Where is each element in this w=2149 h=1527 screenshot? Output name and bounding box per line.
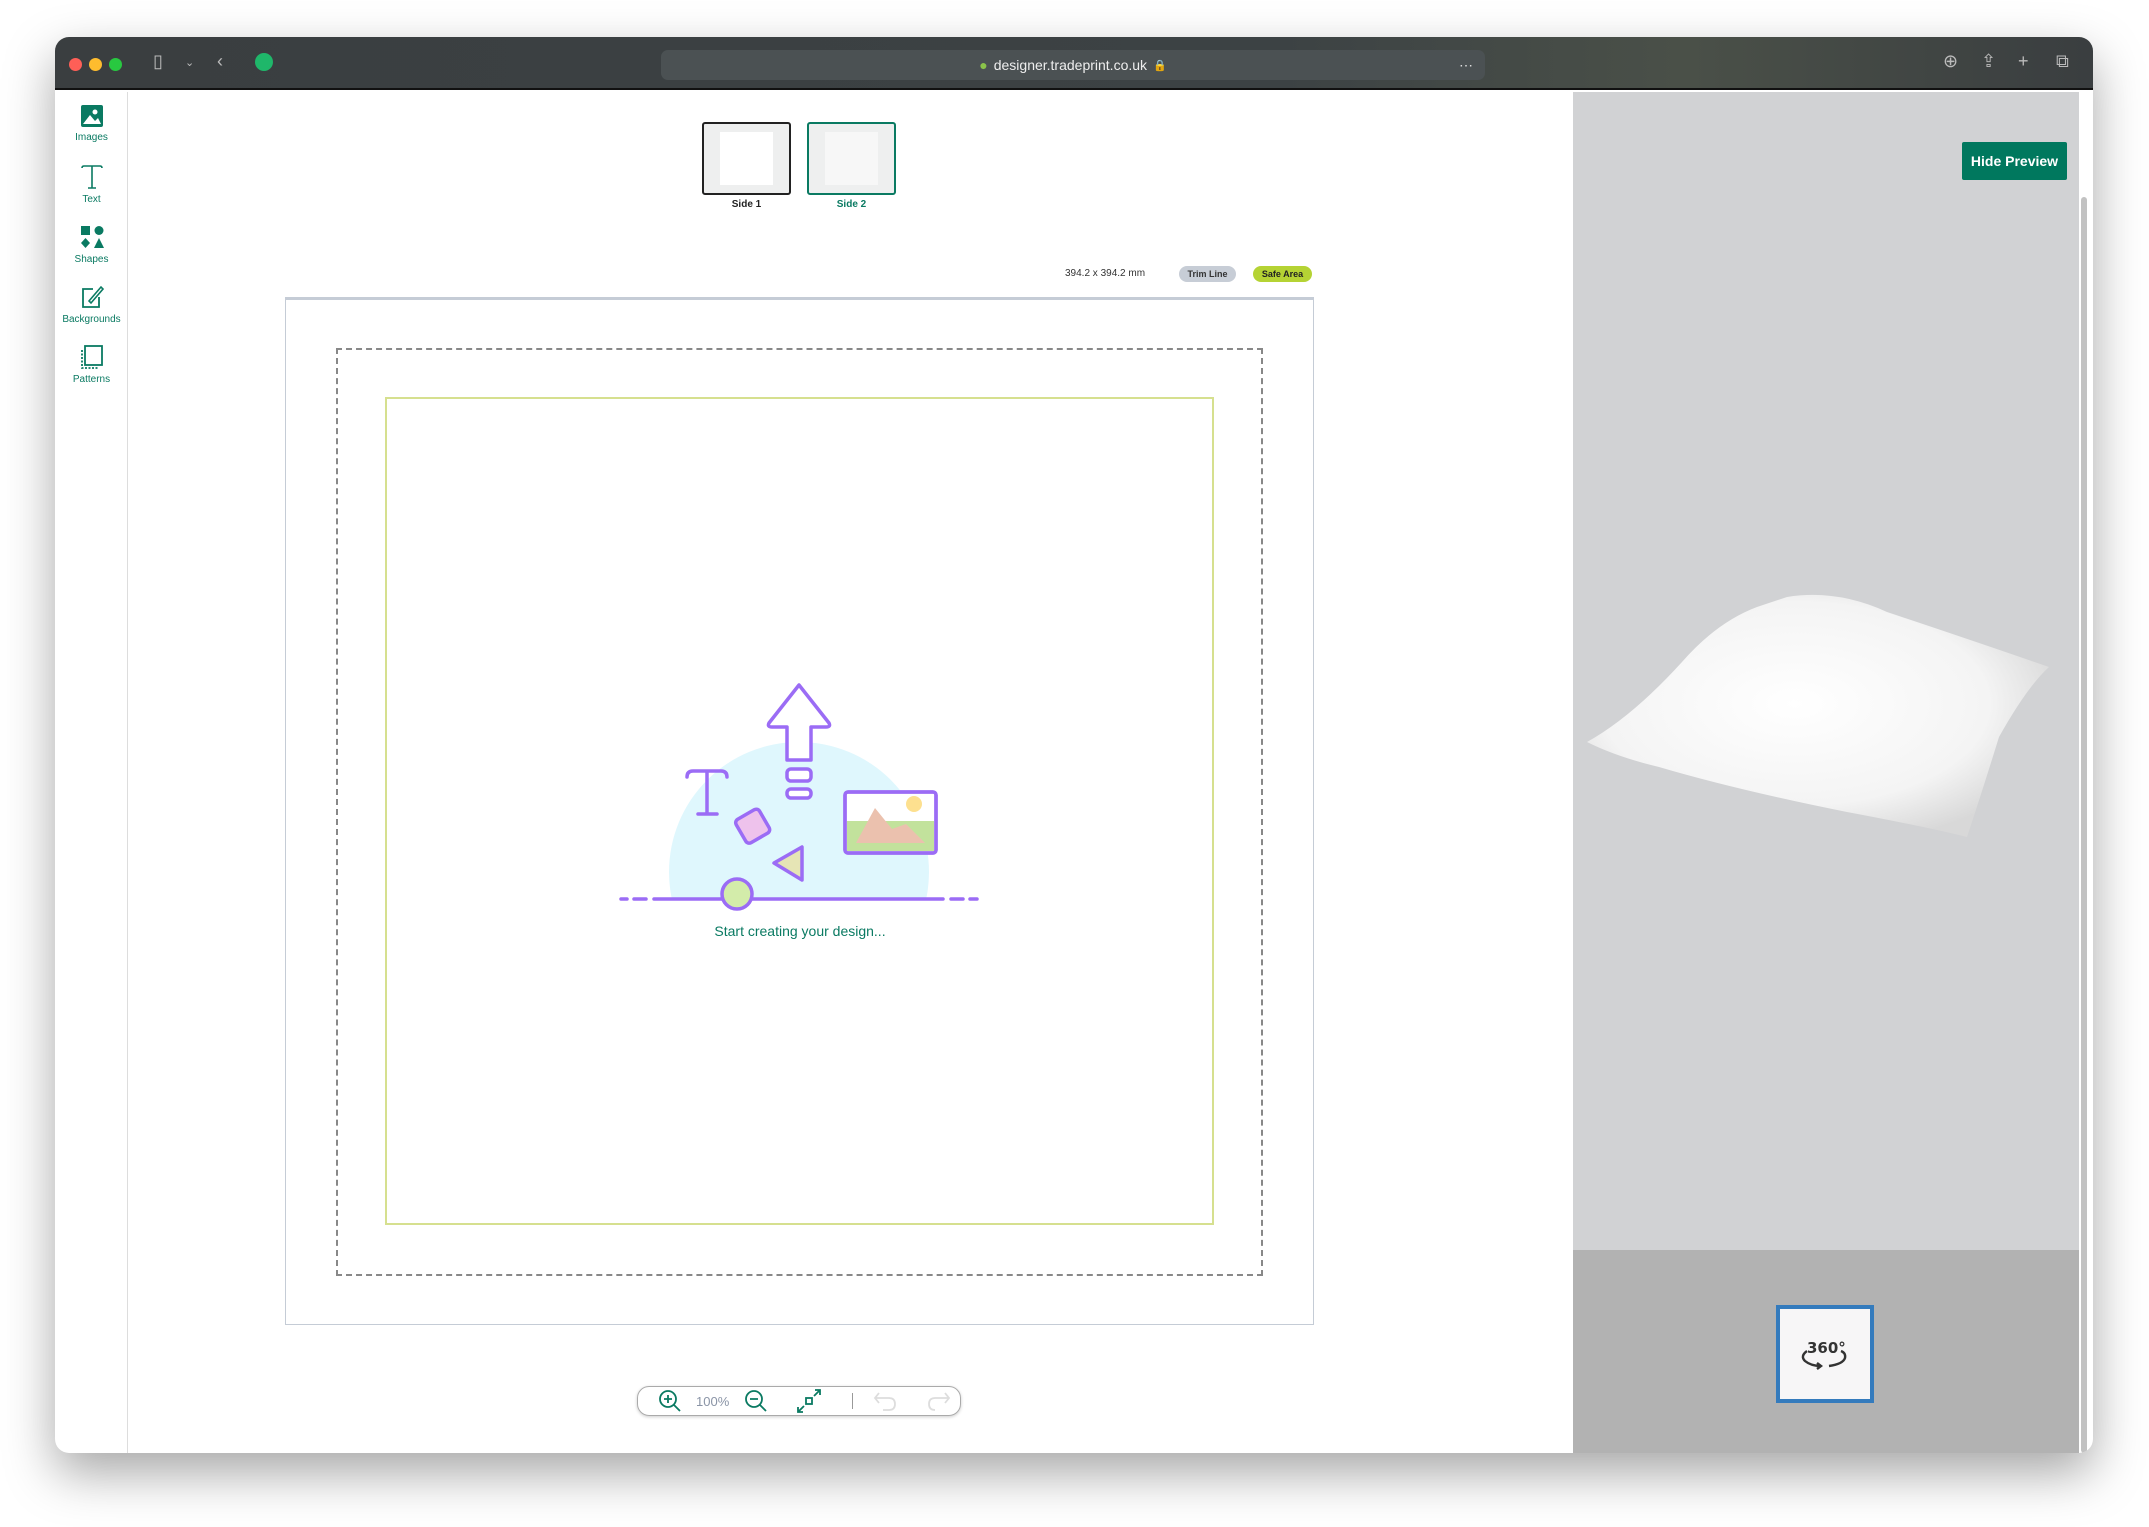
- rotate-360-icon: 360°: [1801, 1339, 1847, 1370]
- lock-icon: 🔒: [1153, 59, 1167, 72]
- fit-to-screen-icon[interactable]: [796, 1388, 822, 1414]
- side-2-label[interactable]: Side 2: [807, 199, 896, 210]
- text-icon: [80, 165, 103, 189]
- zoom-toolbar: 100%: [637, 1386, 961, 1416]
- view-360-button[interactable]: 360°: [1776, 1305, 1874, 1403]
- sidebar-item-label: Text: [82, 194, 101, 205]
- grammarly-extension-icon[interactable]: [255, 53, 273, 71]
- tools-sidebar: Images Text Shapes Backgrounds Patterns: [55, 92, 128, 1453]
- sidebar-item-patterns[interactable]: Patterns: [55, 344, 128, 385]
- pillow-3d-preview[interactable]: [1587, 592, 2057, 852]
- chevron-down-icon[interactable]: ⌄: [185, 56, 194, 69]
- sidebar-item-label: Backgrounds: [62, 314, 121, 325]
- zoom-in-icon[interactable]: [658, 1389, 682, 1413]
- minimize-window-button[interactable]: [89, 58, 102, 71]
- hide-preview-button[interactable]: Hide Preview: [1962, 142, 2067, 180]
- canvas-dimensions: 394.2 x 394.2 mm: [1065, 268, 1146, 279]
- sidebar-toggle-icon[interactable]: ▯: [153, 51, 163, 72]
- 3d-preview-panel: Hide Preview 360°: [1573, 92, 2079, 1453]
- empty-design-illustration: [619, 683, 979, 911]
- sidebar-item-label: Patterns: [72, 374, 111, 385]
- address-bar[interactable]: ● designer.tradeprint.co.uk 🔒 ⋯: [661, 50, 1485, 80]
- image-icon: [80, 105, 103, 127]
- sidebar-item-text[interactable]: Text: [55, 164, 128, 205]
- download-icon[interactable]: ⊕: [1943, 51, 1958, 72]
- sidebar-item-shapes[interactable]: Shapes: [55, 224, 128, 265]
- close-window-button[interactable]: [69, 58, 82, 71]
- more-icon[interactable]: ⋯: [1459, 57, 1473, 74]
- undo-icon[interactable]: [873, 1390, 899, 1412]
- sidebar-item-label: Shapes: [74, 254, 109, 265]
- site-favicon-icon: ●: [979, 57, 988, 73]
- browser-titlebar: ▯ ⌄ ‹ ● designer.tradeprint.co.uk 🔒 ⋯ ⊕ …: [55, 37, 2093, 90]
- paint-brush-icon: [81, 285, 104, 308]
- toolbar-divider: [852, 1393, 853, 1409]
- empty-canvas-message: Start creating your design...: [714, 923, 886, 939]
- view-360-label: 360°: [1807, 1339, 1846, 1357]
- maximize-window-button[interactable]: [109, 58, 122, 71]
- preview-scrollbar[interactable]: [2081, 197, 2087, 1453]
- back-icon[interactable]: ‹: [217, 51, 223, 72]
- redo-icon[interactable]: [925, 1390, 951, 1412]
- sidebar-item-backgrounds[interactable]: Backgrounds: [55, 284, 128, 325]
- sidebar-item-label: Images: [75, 132, 108, 143]
- zoom-out-icon[interactable]: [744, 1389, 768, 1413]
- browser-window: ▯ ⌄ ‹ ● designer.tradeprint.co.uk 🔒 ⋯ ⊕ …: [55, 37, 2093, 1453]
- side-1-thumbnail[interactable]: [702, 122, 791, 195]
- zoom-level: 100%: [696, 1393, 730, 1409]
- side-1-label[interactable]: Side 1: [702, 199, 791, 210]
- new-tab-icon[interactable]: +: [2018, 51, 2029, 72]
- preview-controls: 360°: [1573, 1250, 2079, 1453]
- safe-area-toggle[interactable]: Safe Area: [1253, 266, 1312, 282]
- sidebar-item-images[interactable]: Images: [55, 104, 128, 143]
- shapes-icon: [80, 226, 104, 248]
- trim-line-toggle[interactable]: Trim Line: [1179, 266, 1236, 282]
- tabs-overview-icon[interactable]: ⧉: [2056, 51, 2069, 72]
- share-icon[interactable]: ⇪: [1981, 51, 1996, 72]
- url-text: designer.tradeprint.co.uk: [993, 57, 1148, 73]
- patterns-icon: [80, 345, 103, 369]
- side-2-thumbnail[interactable]: [807, 122, 896, 195]
